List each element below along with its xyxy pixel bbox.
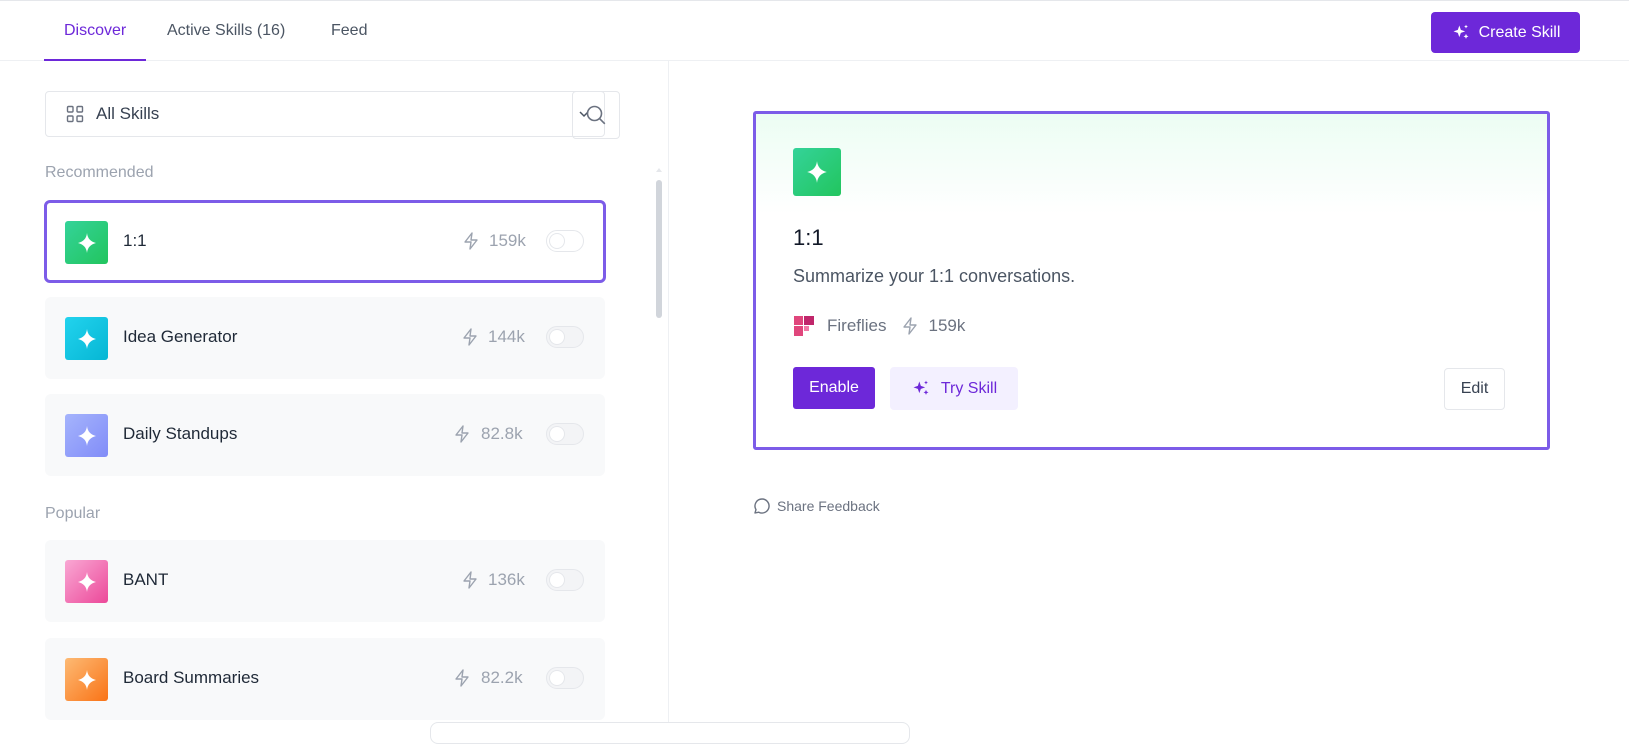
tab-feed[interactable]: Feed <box>311 1 387 60</box>
top-nav: Discover Active Skills (16) Feed Create … <box>0 1 1629 61</box>
skill-filter-value: All Skills <box>96 104 160 123</box>
bolt-icon <box>902 317 917 335</box>
skill-card-1-1[interactable]: 1:1 159k <box>44 200 606 283</box>
skill-toggle[interactable] <box>546 667 584 689</box>
skill-detail-title: 1:1 <box>793 225 824 250</box>
skill-name: 1:1 <box>123 231 147 250</box>
try-skill-label: Try Skill <box>940 379 998 397</box>
bottom-floating-bar <box>430 722 910 744</box>
fireflies-logo-icon <box>794 316 814 336</box>
skill-toggle[interactable] <box>546 423 584 445</box>
tab-active-skills-count: (16) <box>256 22 286 39</box>
skill-name: BANT <box>123 570 169 589</box>
share-feedback-label: Share Feedback <box>777 498 880 514</box>
sparkle-icon <box>77 669 96 690</box>
sparkle-icon <box>77 328 96 349</box>
skill-toggle[interactable] <box>546 230 584 252</box>
skill-usage-count: 144k <box>488 327 525 346</box>
bolt-icon <box>463 571 477 589</box>
skills-panel: All Skills Recommended 1:1 159k Idea Gen… <box>0 61 669 732</box>
edit-button[interactable]: Edit <box>1444 368 1505 410</box>
skill-toggle[interactable] <box>546 326 584 348</box>
grid-icon <box>66 105 84 123</box>
try-skill-button[interactable]: Try Skill <box>890 367 1018 410</box>
section-popular: Popular <box>45 505 101 522</box>
skill-toggle[interactable] <box>546 569 584 591</box>
skill-icon <box>65 560 108 603</box>
create-skill-label: Create Skill <box>1478 23 1561 41</box>
sparkles-icon <box>1453 24 1469 39</box>
create-skill-button[interactable]: Create Skill <box>1431 12 1580 53</box>
skill-icon <box>65 221 108 264</box>
skill-detail-meta: Fireflies 159k <box>793 315 965 337</box>
skill-usage-count: 82.8k <box>481 424 523 443</box>
sparkle-icon <box>77 425 96 446</box>
search-icon <box>586 105 606 125</box>
sparkles-icon <box>913 380 929 395</box>
skill-card-bant[interactable]: BANT 136k <box>45 540 605 622</box>
skill-usage-count: 82.2k <box>481 668 523 687</box>
skill-usage-count: 136k <box>488 570 525 589</box>
sparkle-icon <box>807 161 827 183</box>
skills-scrollbar[interactable] <box>655 166 663 318</box>
bolt-icon <box>463 328 477 346</box>
search-button[interactable] <box>572 91 620 139</box>
skill-card-idea-generator[interactable]: Idea Generator 144k <box>45 297 605 379</box>
skill-icon <box>65 658 108 701</box>
scroll-up-arrow-icon <box>656 168 662 172</box>
skill-name: Daily Standups <box>123 424 238 443</box>
section-recommended: Recommended <box>45 164 154 181</box>
skill-usage-count: 159k <box>489 231 526 250</box>
skill-name: Idea Generator <box>123 327 238 346</box>
skill-detail-card: 1:1 Summarize your 1:1 conversations. Fi… <box>753 111 1550 450</box>
skill-card-daily-standups[interactable]: Daily Standups 82.8k <box>45 394 605 476</box>
skill-icon <box>65 414 108 457</box>
skill-detail-count: 159k <box>928 316 966 335</box>
enable-button[interactable]: Enable <box>793 367 875 409</box>
skill-card-board-summaries[interactable]: Board Summaries 82.2k <box>45 638 605 720</box>
share-feedback-link[interactable]: Share Feedback <box>753 497 880 515</box>
sparkle-icon <box>77 571 96 592</box>
skill-detail-icon <box>793 148 841 196</box>
tab-discover[interactable]: Discover <box>44 1 147 61</box>
tab-active-skills[interactable]: Active Skills (16) <box>147 1 305 60</box>
tab-active-skills-label: Active Skills <box>167 22 253 39</box>
bolt-icon <box>455 425 469 443</box>
skill-detail-source: Fireflies <box>827 316 887 335</box>
skill-icon <box>65 317 108 360</box>
bolt-icon <box>464 232 478 250</box>
bolt-icon <box>455 669 469 687</box>
skill-filter-select[interactable]: All Skills <box>45 91 605 137</box>
skill-detail-description: Summarize your 1:1 conversations. <box>793 266 1076 286</box>
skill-name: Board Summaries <box>123 668 260 687</box>
sparkle-icon <box>77 232 96 253</box>
chat-bubble-icon <box>754 498 770 514</box>
scroll-thumb[interactable] <box>656 180 662 318</box>
